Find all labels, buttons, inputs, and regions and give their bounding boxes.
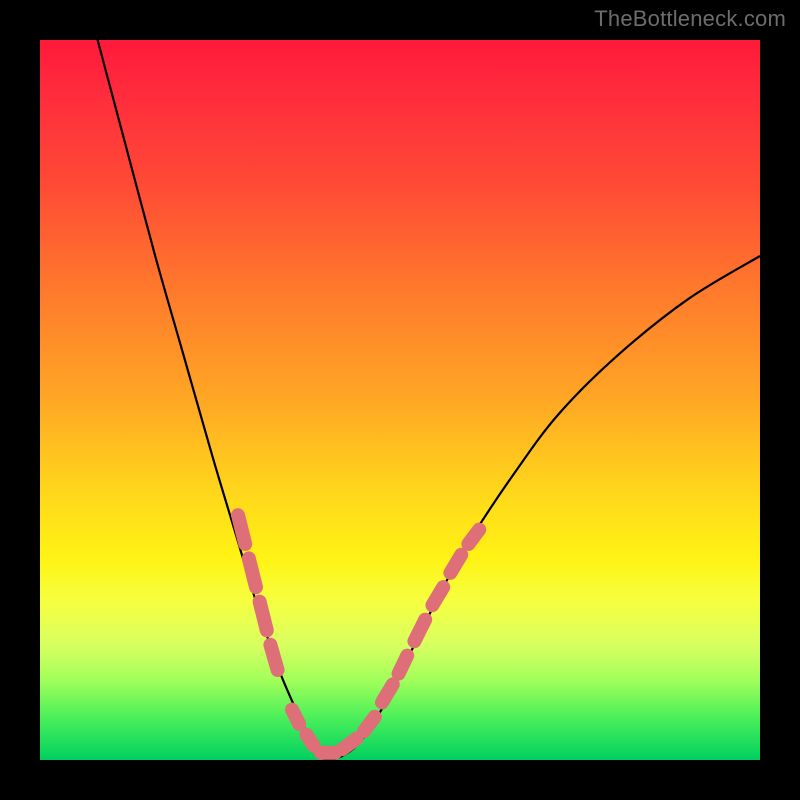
highlight-dash — [260, 602, 267, 631]
plot-area — [40, 40, 760, 760]
chart-frame: TheBottleneck.com — [0, 0, 800, 800]
highlight-dash — [399, 656, 408, 674]
highlight-dash — [468, 530, 479, 544]
highlight-dash — [238, 515, 245, 544]
highlight-dash — [249, 558, 256, 587]
highlight-dash — [364, 717, 375, 731]
highlight-dash — [270, 645, 277, 670]
highlight-dash — [292, 710, 299, 724]
highlight-dash — [306, 735, 313, 746]
watermark-text: TheBottleneck.com — [594, 6, 786, 32]
highlight-dash — [414, 620, 425, 642]
highlight-dashes — [238, 515, 479, 753]
highlight-dash — [342, 738, 356, 749]
bottleneck-curve — [98, 40, 760, 760]
highlight-dash — [432, 587, 443, 605]
curve-svg — [40, 40, 760, 760]
highlight-dash — [382, 684, 393, 702]
highlight-dash — [450, 555, 461, 573]
